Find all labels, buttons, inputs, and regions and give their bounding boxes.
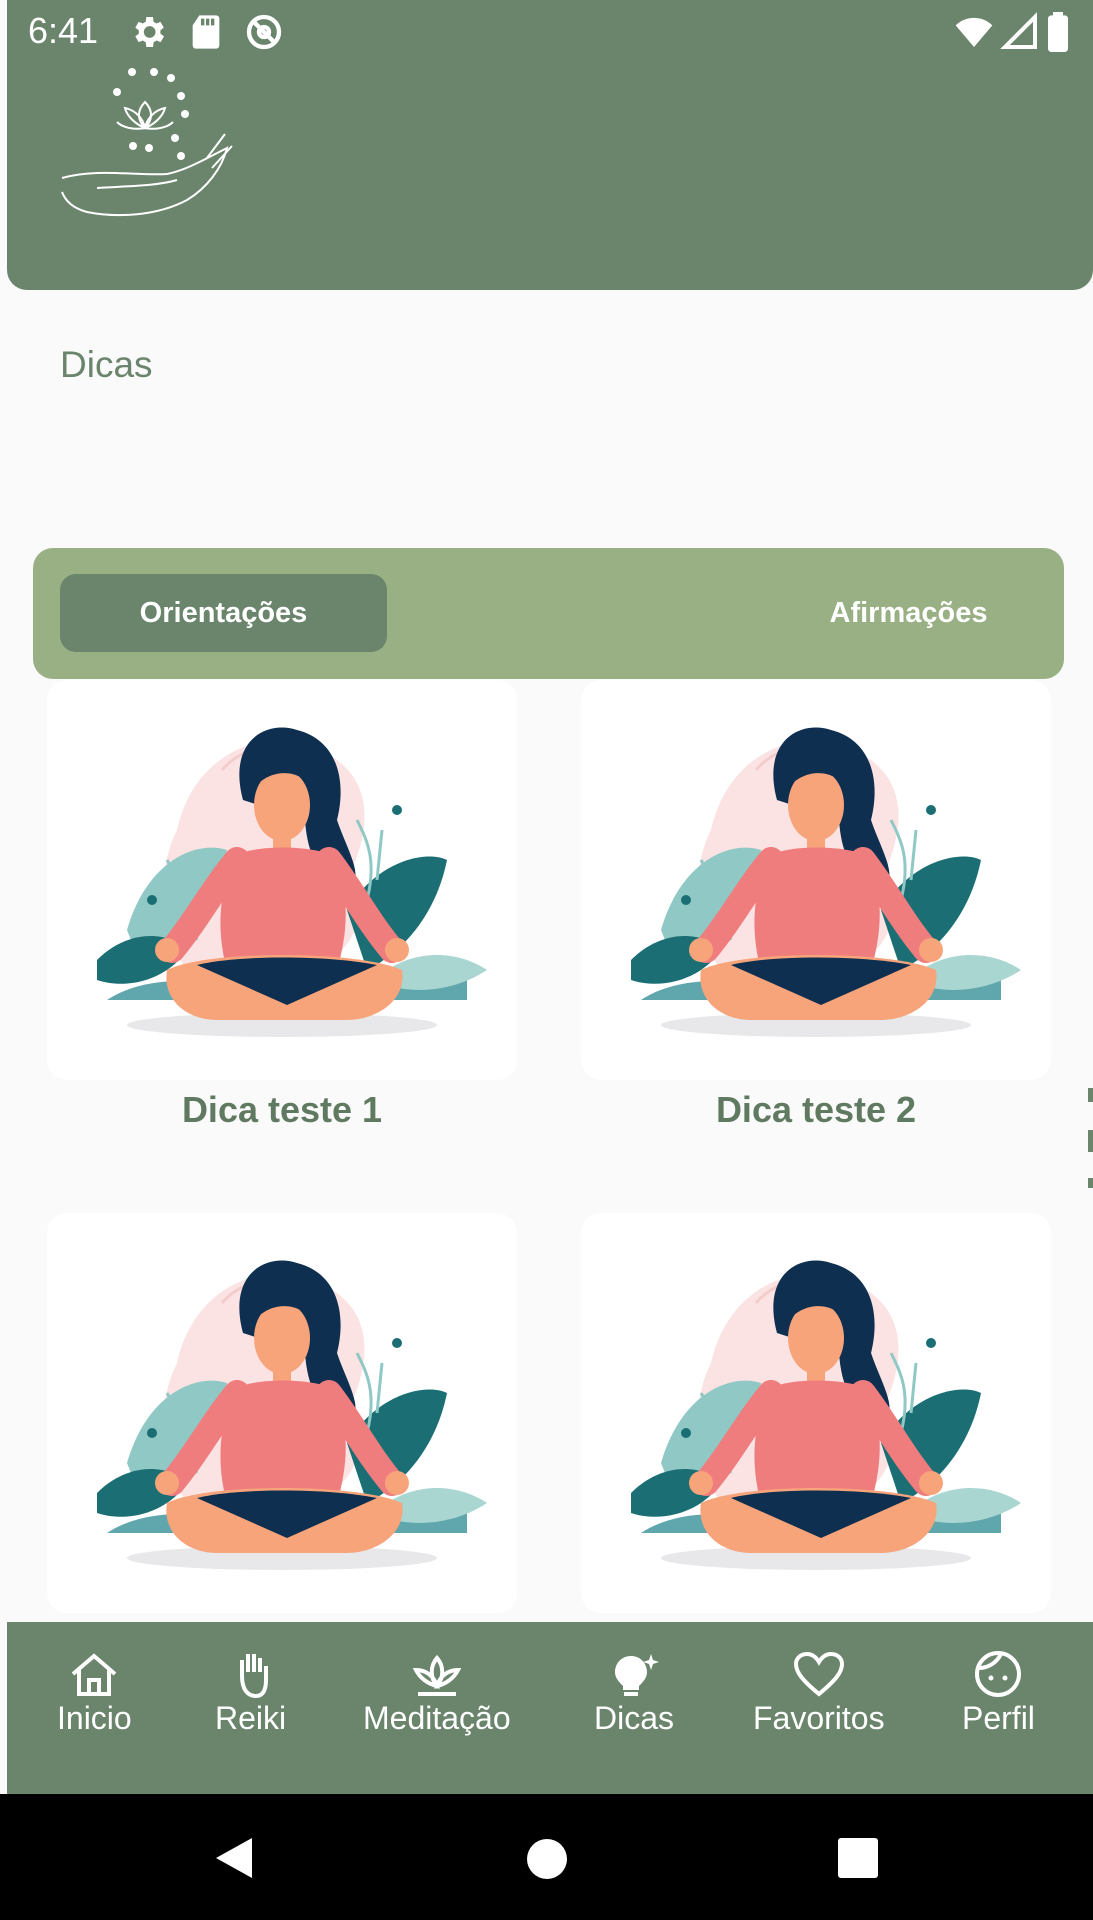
nav-meditacao[interactable]: Meditação [363, 1650, 511, 1737]
home-icon [72, 1653, 117, 1696]
back-button[interactable] [212, 1834, 256, 1882]
status-time: 6:41 [28, 10, 99, 51]
tab-afirmacoes[interactable]: Afirmações [745, 574, 1072, 652]
nav-dicas[interactable]: Dicas [594, 1650, 674, 1737]
nav-perfil[interactable]: Perfil [962, 1650, 1035, 1737]
scroll-hint [1088, 1178, 1093, 1188]
tab-bar: Orientações Afirmações [33, 548, 1064, 679]
meditation-illustration [47, 1213, 517, 1613]
face-icon [975, 1651, 1022, 1697]
nav-label: Favoritos [753, 1700, 885, 1736]
status-bar: 6:41 [0, 0, 1093, 62]
tip-card-3[interactable] [47, 1213, 517, 1613]
scroll-hint [1088, 1130, 1093, 1152]
home-button[interactable] [526, 1838, 568, 1880]
tab-orientacoes[interactable]: Orientações [60, 574, 387, 652]
nav-label: Reiki [215, 1700, 287, 1736]
tip-card-2[interactable] [581, 680, 1051, 1080]
tip-card-1[interactable] [47, 680, 517, 1080]
nav-label: Meditação [363, 1700, 511, 1736]
tip-card-1-title[interactable]: Dica teste 1 [47, 1089, 517, 1131]
tip-card-2-title[interactable]: Dica teste 2 [581, 1089, 1051, 1131]
sd-card-icon [192, 15, 220, 49]
nav-inicio[interactable]: Inicio [57, 1650, 132, 1737]
battery-icon [1048, 12, 1068, 52]
heart-icon [793, 1651, 844, 1697]
nav-reiki[interactable]: Reiki [215, 1650, 286, 1737]
meditation-illustration [47, 680, 517, 1080]
bottom-navigation: Inicio Reiki Meditação Dicas Favoritos P… [7, 1622, 1093, 1794]
gear-icon [135, 17, 164, 47]
lotus-icon [412, 1654, 462, 1696]
nav-label: Perfil [962, 1700, 1035, 1736]
page-title: Dicas [60, 344, 153, 385]
signal-icon [1000, 12, 1037, 49]
hand-lotus-logo [61, 68, 233, 217]
scroll-hint [1088, 1088, 1093, 1102]
meditation-illustration [581, 680, 1051, 1080]
nav-label: Dicas [594, 1700, 675, 1736]
meditation-illustration [581, 1213, 1051, 1613]
wifi-icon [955, 17, 993, 47]
hand-icon [239, 1654, 268, 1698]
tip-card-4[interactable] [581, 1213, 1051, 1613]
nav-favoritos[interactable]: Favoritos [753, 1650, 885, 1737]
system-navigation-bar [0, 1794, 1093, 1920]
recents-button[interactable] [838, 1838, 878, 1878]
nav-label: Inicio [57, 1700, 132, 1736]
lightbulb-icon [615, 1654, 659, 1696]
no-location-icon [246, 14, 282, 50]
